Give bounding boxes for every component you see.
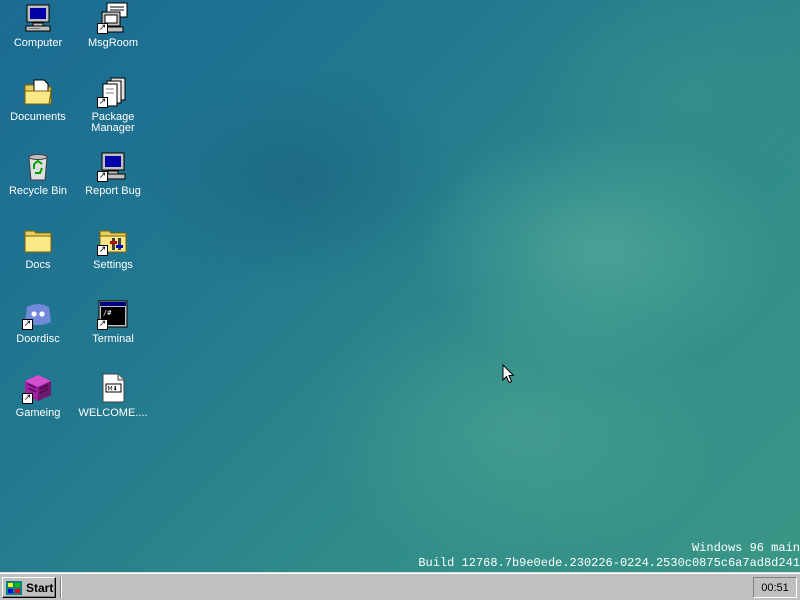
svg-text:M⬇: M⬇ [108, 386, 118, 393]
desktop[interactable]: Computer ↗ MsgRoom Documents ↗ Package M… [0, 0, 800, 572]
desktop-icon-package-manager[interactable]: ↗ Package Manager [78, 74, 148, 144]
shortcut-arrow-icon: ↗ [97, 171, 108, 182]
desktop-icon-doordisc[interactable]: ↗ Doordisc [3, 296, 73, 366]
start-label: Start [26, 580, 54, 595]
taskbar: Start 00:51 [0, 572, 800, 600]
package-manager-icon: ↗ [97, 76, 129, 108]
icon-label: Settings [93, 259, 133, 271]
msgroom-icon: ↗ [97, 2, 129, 34]
shortcut-arrow-icon: ↗ [97, 23, 108, 34]
build-watermark: Windows 96 main Build 12768.7b9e0ede.2302… [418, 541, 800, 571]
start-button[interactable]: Start [2, 577, 56, 598]
desktop-icon-gameing[interactable]: ↗ Gameing [3, 370, 73, 440]
shortcut-arrow-icon: ↗ [97, 97, 108, 108]
mouse-pointer-icon [502, 364, 514, 384]
documents-folder-icon [22, 76, 54, 108]
terminal-icon: /# ↗ [97, 298, 129, 330]
icon-label: Report Bug [85, 185, 141, 197]
clock-time: 00:51 [761, 581, 789, 594]
gameing-icon: ↗ [22, 372, 54, 404]
icon-label: Gameing [15, 407, 61, 419]
desktop-icon-terminal[interactable]: /# ↗ Terminal [78, 296, 148, 366]
icon-label: MsgRoom [87, 37, 139, 49]
desktop-icon-recycle-bin[interactable]: Recycle Bin [3, 148, 73, 218]
svg-text:/#: /# [103, 309, 112, 317]
desktop-icon-welcome[interactable]: M⬇ WELCOME.... [78, 370, 148, 440]
desktop-icon-report-bug[interactable]: ↗ Report Bug [78, 148, 148, 218]
shortcut-arrow-icon: ↗ [97, 245, 108, 256]
shortcut-arrow-icon: ↗ [22, 319, 33, 330]
taskbar-separator [60, 577, 62, 598]
report-bug-icon: ↗ [97, 150, 129, 182]
icon-label: Computer [13, 37, 63, 49]
desktop-icon-documents[interactable]: Documents [3, 74, 73, 144]
desktop-icon-computer[interactable]: Computer [3, 0, 73, 70]
icon-label: WELCOME.... [78, 407, 148, 419]
markdown-file-icon: M⬇ [97, 372, 129, 404]
settings-icon: ↗ [97, 224, 129, 256]
icon-label: Documents [10, 111, 66, 123]
icon-label: Package Manager [91, 111, 135, 134]
system-tray-clock[interactable]: 00:51 [753, 577, 797, 598]
icon-label: Recycle Bin [8, 185, 68, 197]
shortcut-arrow-icon: ↗ [97, 319, 108, 330]
folder-icon [22, 224, 54, 256]
build-number: Build 12768.7b9e0ede.230226-0224.2530c08… [418, 556, 800, 570]
build-product: Windows 96 main [691, 541, 800, 555]
desktop-icon-settings[interactable]: ↗ Settings [78, 222, 148, 292]
start-logo-icon [6, 580, 22, 595]
desktop-icon-docs[interactable]: Docs [3, 222, 73, 292]
shortcut-arrow-icon: ↗ [22, 393, 33, 404]
icon-label: Docs [25, 259, 51, 271]
icon-label: Terminal [92, 333, 134, 345]
desktop-icon-msgroom[interactable]: ↗ MsgRoom [78, 0, 148, 70]
doordisc-icon: ↗ [22, 298, 54, 330]
icon-label: Doordisc [16, 333, 60, 345]
computer-icon [22, 2, 54, 34]
recycle-bin-icon [22, 150, 54, 182]
